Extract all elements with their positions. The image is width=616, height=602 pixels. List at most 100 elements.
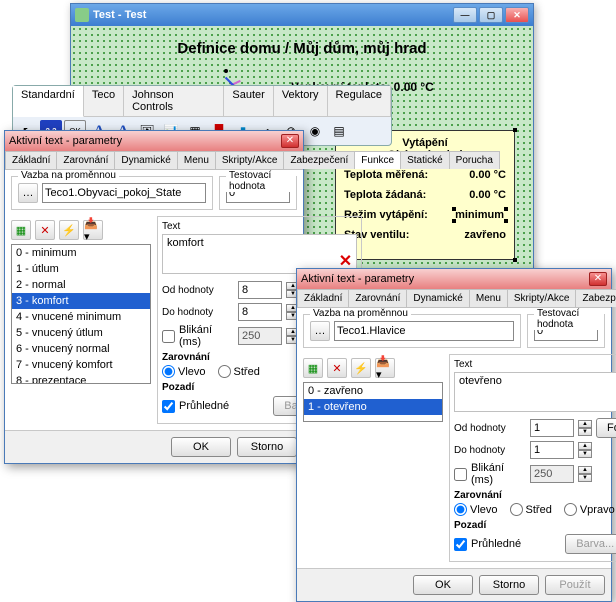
- align-center-radio2[interactable]: [510, 503, 523, 516]
- blink-spinner2[interactable]: ▲▼: [578, 466, 592, 482]
- d2tab-align[interactable]: Zarovnání: [348, 289, 407, 307]
- align-left-radio2[interactable]: [454, 503, 467, 516]
- states-list[interactable]: 0 - minimum1 - útlum2 - normal3 - komfor…: [11, 244, 151, 384]
- tab-teco[interactable]: Teco: [84, 86, 124, 116]
- from-input[interactable]: [238, 281, 282, 299]
- dialog1-titlebar: Aktivní text - parametry ✕: [5, 131, 303, 151]
- font-button2[interactable]: Font...: [596, 418, 616, 438]
- list-item[interactable]: 5 - vnucený útlum: [12, 325, 150, 341]
- dtab-static[interactable]: Statické: [400, 151, 450, 169]
- ok-button[interactable]: OK: [171, 437, 231, 457]
- auto-button2[interactable]: ⚡: [351, 358, 371, 378]
- import-button[interactable]: 📥▾: [83, 220, 103, 240]
- transparent-checkbox2[interactable]: [454, 538, 467, 551]
- toolbar-tabs: Standardní Teco Johnson Controls Sauter …: [13, 86, 391, 117]
- dtab-dynamic[interactable]: Dynamické: [114, 151, 177, 169]
- apply-button2[interactable]: Použít: [545, 575, 605, 595]
- variable-input[interactable]: [42, 183, 206, 203]
- add-item-button2[interactable]: ▦: [303, 358, 323, 378]
- delete-item-button[interactable]: ✕: [35, 220, 55, 240]
- list-item[interactable]: 4 - vnucené minimum: [12, 309, 150, 325]
- dialog2-close[interactable]: ✕: [589, 272, 607, 286]
- cancel-button2[interactable]: Storno: [479, 575, 539, 595]
- to-input[interactable]: [238, 303, 282, 321]
- var-browse-button[interactable]: …: [18, 183, 38, 203]
- dialog2-titlebar: Aktivní text - parametry ✕: [297, 269, 611, 289]
- to-spinner2[interactable]: ▲▼: [578, 442, 592, 458]
- align-left-radio[interactable]: [162, 365, 175, 378]
- add-item-button[interactable]: ▦: [11, 220, 31, 240]
- text-label2: Text: [454, 359, 616, 370]
- color-button2[interactable]: Barva...: [565, 534, 616, 554]
- dtab-scripts[interactable]: Skripty/Akce: [215, 151, 285, 169]
- blink-input2[interactable]: [530, 465, 574, 483]
- gauge-icon[interactable]: ◉: [304, 120, 326, 142]
- d2tab-scripts[interactable]: Skripty/Akce: [507, 289, 577, 307]
- dtab-functions[interactable]: Funkce: [354, 151, 401, 169]
- from-label2: Od hodnoty: [454, 423, 526, 434]
- preview-text2: otevřeno: [459, 375, 502, 387]
- list-item[interactable]: 1 - útlum: [12, 261, 150, 277]
- close-button[interactable]: ✕: [505, 7, 529, 23]
- setpoint-value: 0.00 °C: [469, 189, 506, 201]
- dialog1-body: Vazba na proměnnou … Testovací hodnota ▦…: [5, 170, 303, 430]
- import-button2[interactable]: 📥▾: [375, 358, 395, 378]
- dialog2-body: Vazba na proměnnou … Testovací hodnota ▦…: [297, 308, 611, 568]
- cancel-button[interactable]: Storno: [237, 437, 297, 457]
- d2tab-menu[interactable]: Menu: [469, 289, 508, 307]
- list-item[interactable]: 8 - prezentace: [12, 373, 150, 384]
- from-spinner2[interactable]: ▲▼: [578, 420, 592, 436]
- list-item[interactable]: 3 - komfort: [12, 293, 150, 309]
- blink-checkbox[interactable]: [162, 330, 175, 343]
- dialog1-tabs: Základní Zarovnání Dynamické Menu Skript…: [5, 151, 303, 170]
- d2tab-basic[interactable]: Základní: [297, 289, 349, 307]
- dtab-security[interactable]: Zabezpečení: [283, 151, 355, 169]
- dialog2-tabs: Základní Zarovnání Dynamické Menu Skript…: [297, 289, 611, 308]
- maximize-button[interactable]: ▢: [479, 7, 503, 23]
- ok-button2[interactable]: OK: [413, 575, 473, 595]
- list-item[interactable]: 6 - vnucený normal: [12, 341, 150, 357]
- tab-jc[interactable]: Johnson Controls: [124, 86, 224, 116]
- dtab-menu[interactable]: Menu: [177, 151, 216, 169]
- list-item[interactable]: 1 - otevřeno: [304, 399, 442, 415]
- transparent-checkbox[interactable]: [162, 400, 175, 413]
- delete-item-button2[interactable]: ✕: [327, 358, 347, 378]
- app-icon: [75, 8, 89, 22]
- titlebar: Test - Test — ▢ ✕: [71, 4, 533, 26]
- active-text-dialog-1: Aktivní text - parametry ✕ Základní Zaro…: [4, 130, 304, 464]
- tab-standard[interactable]: Standardní: [13, 86, 84, 117]
- list-item[interactable]: 0 - minimum: [12, 245, 150, 261]
- preview-text: komfort: [167, 237, 204, 249]
- dtab-fault[interactable]: Porucha: [449, 151, 500, 169]
- dialog1-close[interactable]: ✕: [281, 134, 299, 148]
- variable-input2[interactable]: [334, 321, 514, 341]
- var-browse-button2[interactable]: …: [310, 321, 330, 341]
- d2tab-dynamic[interactable]: Dynamické: [406, 289, 469, 307]
- dialog2-title: Aktivní text - parametry: [301, 273, 414, 285]
- list-item[interactable]: 0 - zavřeno: [304, 383, 442, 399]
- to-label2: Do hodnoty: [454, 445, 526, 456]
- dtab-align[interactable]: Zarovnání: [56, 151, 115, 169]
- measured-value: 0.00 °C: [469, 169, 506, 181]
- to-input2[interactable]: [530, 441, 574, 459]
- blink-checkbox2[interactable]: [454, 468, 467, 481]
- bits-icon[interactable]: ▤: [328, 120, 350, 142]
- to-label: Do hodnoty: [162, 307, 234, 318]
- list-item[interactable]: 2 - normal: [12, 277, 150, 293]
- page-heading: Definice domu / Můj dům, můj hrad: [86, 40, 518, 57]
- auto-button[interactable]: ⚡: [59, 220, 79, 240]
- from-input2[interactable]: [530, 419, 574, 437]
- align-center-radio[interactable]: [218, 365, 231, 378]
- dtab-basic[interactable]: Základní: [5, 151, 57, 169]
- list-item[interactable]: 7 - vnucený komfort: [12, 357, 150, 373]
- blink-input[interactable]: [238, 327, 282, 345]
- var-group-label: Vazba na proměnnou: [18, 170, 119, 181]
- align-section2: Zarovnání: [454, 490, 616, 501]
- d2tab-security[interactable]: Zabezpečení: [575, 289, 616, 307]
- states-list2[interactable]: 0 - zavřeno1 - otevřeno: [303, 382, 443, 422]
- minimize-button[interactable]: —: [453, 7, 477, 23]
- align-right-radio2[interactable]: [564, 503, 577, 516]
- tab-vectors[interactable]: Vektory: [274, 86, 328, 116]
- tab-regulation[interactable]: Regulace: [328, 86, 391, 116]
- tab-sauter[interactable]: Sauter: [224, 86, 273, 116]
